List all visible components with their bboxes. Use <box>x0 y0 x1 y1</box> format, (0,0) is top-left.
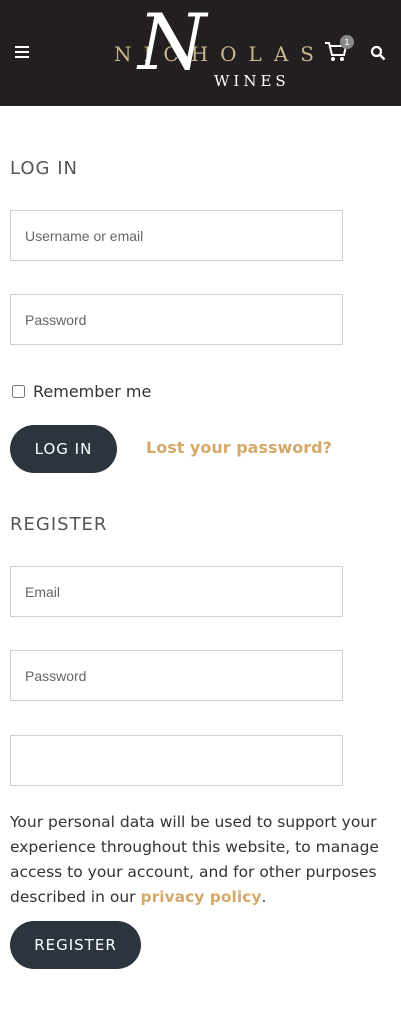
register-button[interactable]: REGISTER <box>10 921 141 969</box>
logo-text-bottom: WINES <box>214 72 290 90</box>
remember-me-label[interactable]: Remember me <box>33 382 151 401</box>
hamburger-menu-icon[interactable] <box>15 46 29 58</box>
remember-me-row: Remember me <box>12 382 151 401</box>
register-title: REGISTER <box>10 514 108 535</box>
register-email-input[interactable] <box>10 566 343 617</box>
cart-count-badge: 1 <box>340 35 354 49</box>
register-extra-input[interactable] <box>10 735 343 786</box>
privacy-notice-end: . <box>261 888 267 906</box>
site-header: NICHOLAS N WINES 1 <box>0 0 401 106</box>
login-button[interactable]: LOG IN <box>10 425 117 473</box>
username-input[interactable] <box>10 210 343 261</box>
login-password-input[interactable] <box>10 294 343 345</box>
privacy-notice: Your personal data will be used to suppo… <box>10 810 385 910</box>
privacy-policy-link[interactable]: privacy policy <box>140 888 261 906</box>
logo-monogram: N <box>138 0 207 88</box>
lost-password-link[interactable]: Lost your password? <box>146 438 332 457</box>
search-icon[interactable] <box>370 45 386 61</box>
site-logo[interactable]: NICHOLAS N WINES <box>108 4 314 96</box>
register-password-input[interactable] <box>10 650 343 701</box>
remember-me-checkbox[interactable] <box>12 385 25 398</box>
login-title: LOG IN <box>10 158 78 179</box>
